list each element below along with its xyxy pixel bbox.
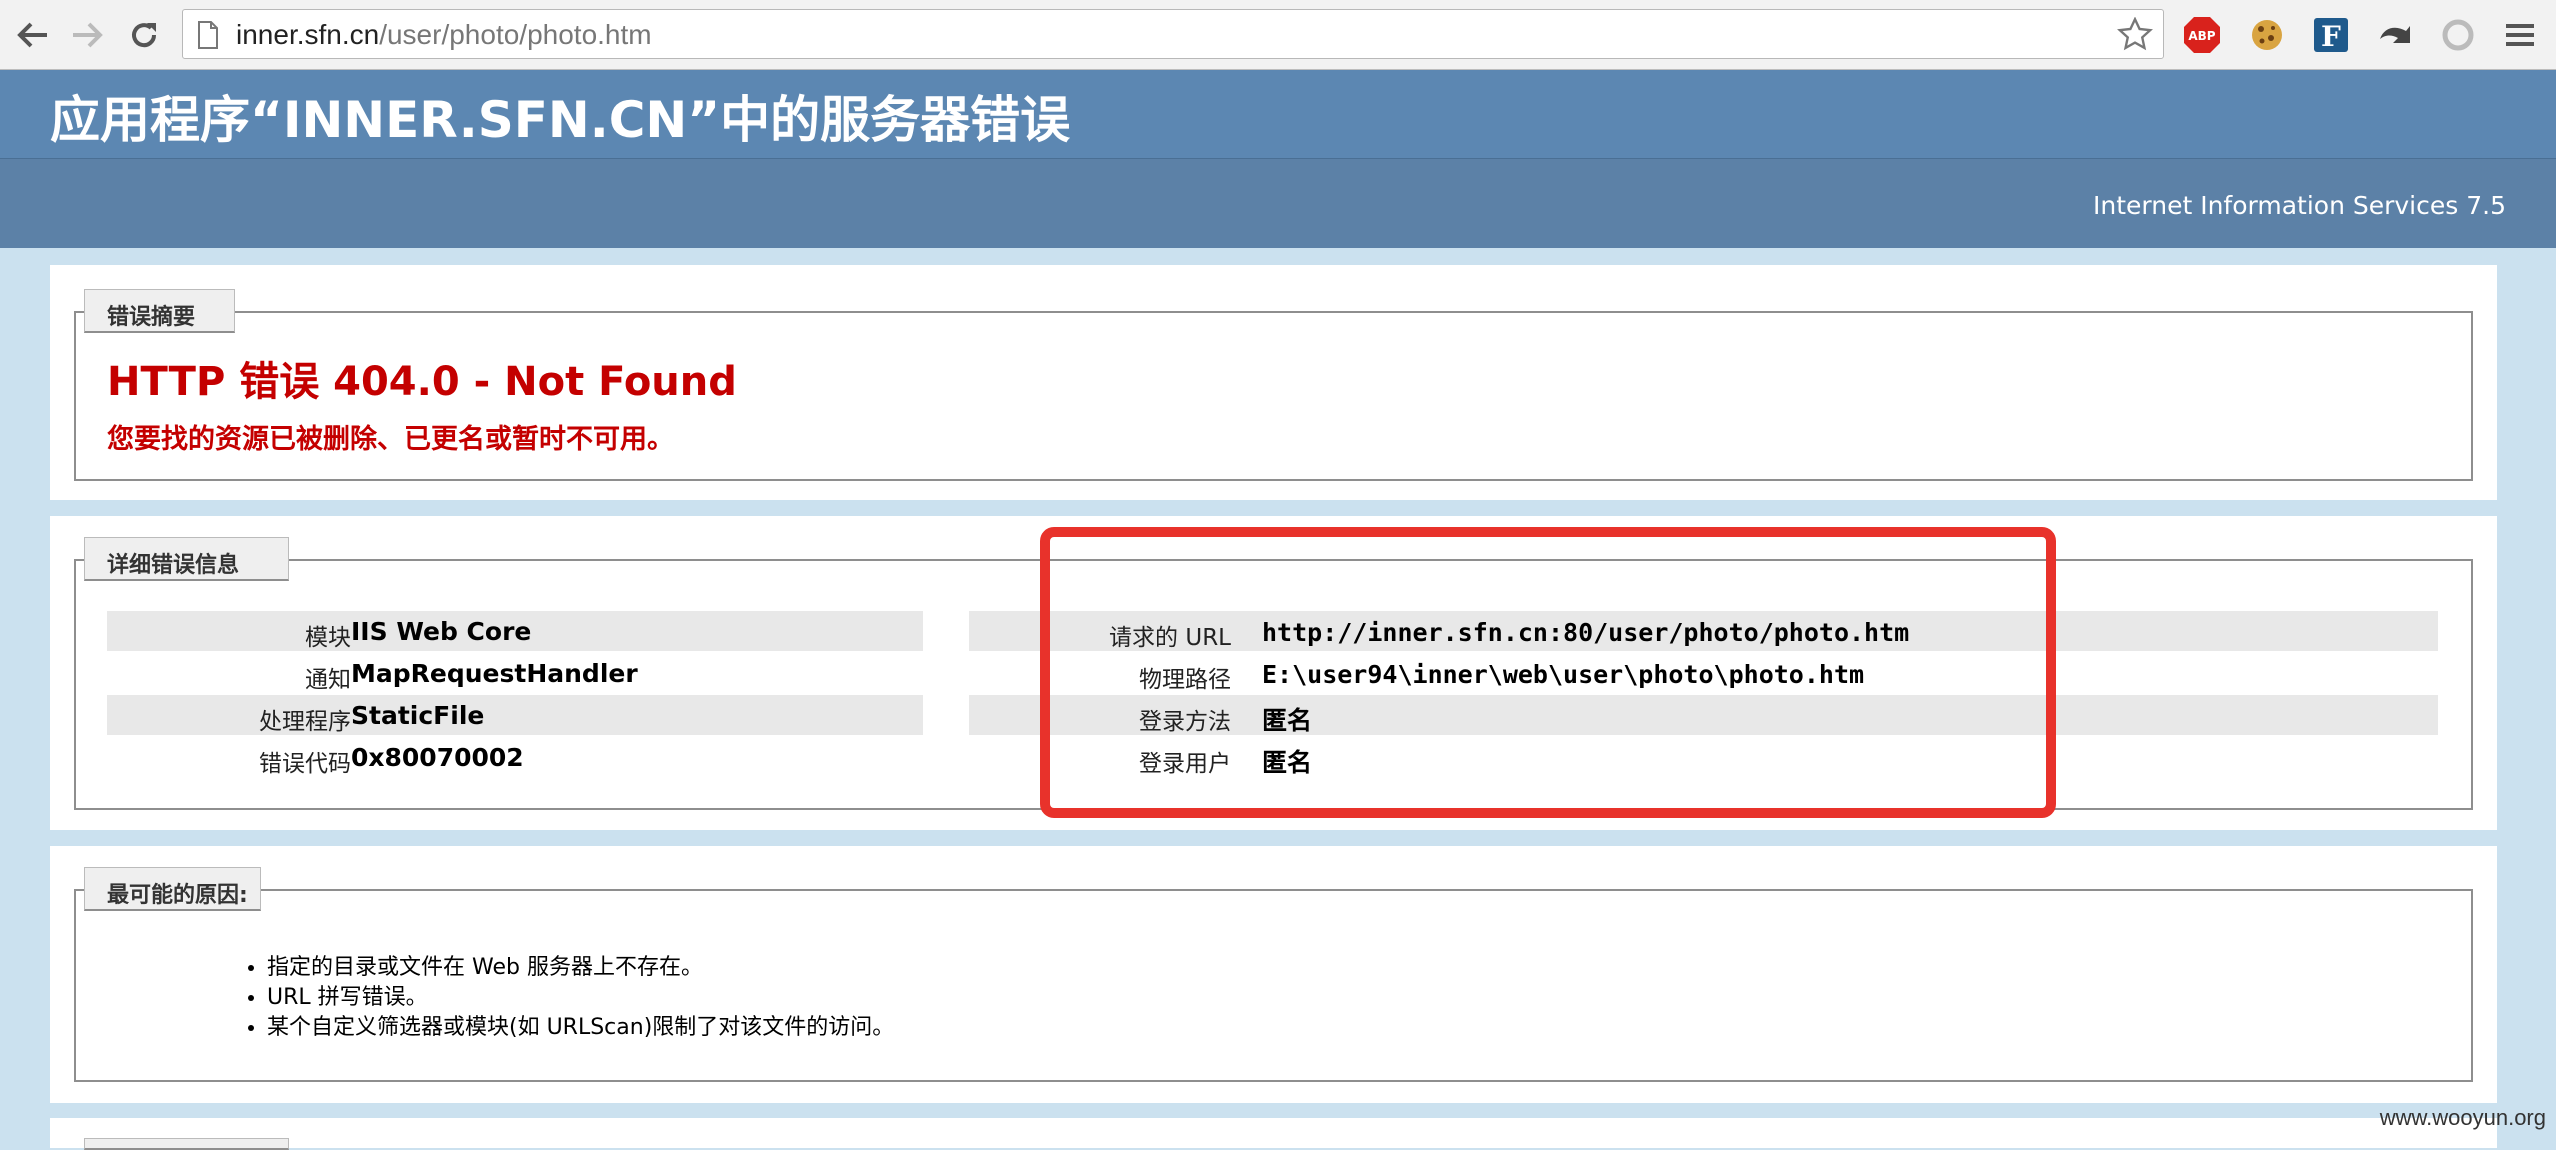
- svg-text:ABP: ABP: [2188, 29, 2215, 43]
- url-host: inner.sfn.cn: [236, 19, 380, 50]
- detail-value: 0x80070002: [351, 743, 524, 772]
- error-message: 您要找的资源已被删除、已更名或暂时不可用。: [107, 424, 674, 455]
- page-title: 应用程序“INNER.SFN.CN”中的服务器错误: [50, 91, 1071, 149]
- detail-row-error-code: 错误代码 0x80070002: [107, 737, 923, 777]
- reload-button[interactable]: [124, 13, 164, 57]
- annotation-highlight-box: [1040, 527, 2056, 818]
- detail-value: IIS Web Core: [351, 617, 532, 646]
- circle-icon[interactable]: [2438, 15, 2478, 55]
- causes-list: 指定的目录或文件在 Web 服务器上不存在。 URL 拼写错误。 某个自定义筛选…: [247, 953, 894, 1043]
- detail-row-notification: 通知 MapRequestHandler: [107, 653, 923, 693]
- next-panel-legend: [84, 1138, 289, 1150]
- detail-row-handler: 处理程序 StaticFile: [107, 695, 923, 735]
- adblock-icon[interactable]: ABP: [2182, 15, 2222, 55]
- forward-button[interactable]: [68, 13, 108, 57]
- detail-row-module: 模块 IIS Web Core: [107, 611, 923, 651]
- url-path: /user/photo/photo.htm: [379, 19, 652, 50]
- error-summary-legend: 错误摘要: [84, 289, 235, 333]
- reload-icon: [132, 23, 157, 48]
- svg-text:F: F: [2321, 20, 2341, 53]
- detail-label: 错误代码: [259, 751, 351, 777]
- address-bar[interactable]: inner.sfn.cn/user/photo/photo.htm: [182, 9, 2164, 59]
- forward-arrow-icon: [73, 22, 103, 48]
- back-button[interactable]: [12, 13, 52, 57]
- menu-icon[interactable]: [2500, 15, 2540, 55]
- undo-icon[interactable]: [2374, 15, 2414, 55]
- detail-value: StaticFile: [351, 701, 485, 730]
- cause-item: URL 拼写错误。: [267, 983, 894, 1013]
- watermark: www.wooyun.org: [2379, 1105, 2546, 1130]
- detail-label: 模块: [305, 625, 351, 651]
- product-name: Internet Information Services 7.5: [2092, 191, 2506, 220]
- page-icon: [198, 21, 218, 49]
- detail-label: 通知: [305, 667, 351, 693]
- browser-toolbar: inner.sfn.cn/user/photo/photo.htm ABP F: [0, 0, 2556, 70]
- causes-legend: 最可能的原因:: [84, 867, 261, 911]
- page-header: 应用程序“INNER.SFN.CN”中的服务器错误: [0, 70, 2556, 159]
- cause-item: 某个自定义筛选器或模块(如 URLScan)限制了对该文件的访问。: [267, 1013, 894, 1043]
- url-text: inner.sfn.cn/user/photo/photo.htm: [236, 19, 652, 51]
- detail-label: 处理程序: [259, 709, 351, 735]
- bookmark-star-icon[interactable]: [2117, 17, 2153, 51]
- cookie-icon[interactable]: [2247, 15, 2287, 55]
- next-panel: [50, 1118, 2497, 1150]
- causes-panel: 最可能的原因: 指定的目录或文件在 Web 服务器上不存在。 URL 拼写错误。…: [50, 846, 2497, 1103]
- error-details-legend: 详细错误信息: [84, 537, 289, 581]
- error-title: HTTP 错误 404.0 - Not Found: [107, 359, 737, 405]
- back-arrow-icon: [17, 22, 47, 48]
- cause-item: 指定的目录或文件在 Web 服务器上不存在。: [267, 953, 894, 983]
- error-summary-panel: 错误摘要 HTTP 错误 404.0 - Not Found 您要找的资源已被删…: [50, 265, 2497, 500]
- feedly-icon[interactable]: F: [2311, 15, 2351, 55]
- detail-value: MapRequestHandler: [351, 659, 638, 688]
- header-band: Internet Information Services 7.5: [0, 159, 2556, 248]
